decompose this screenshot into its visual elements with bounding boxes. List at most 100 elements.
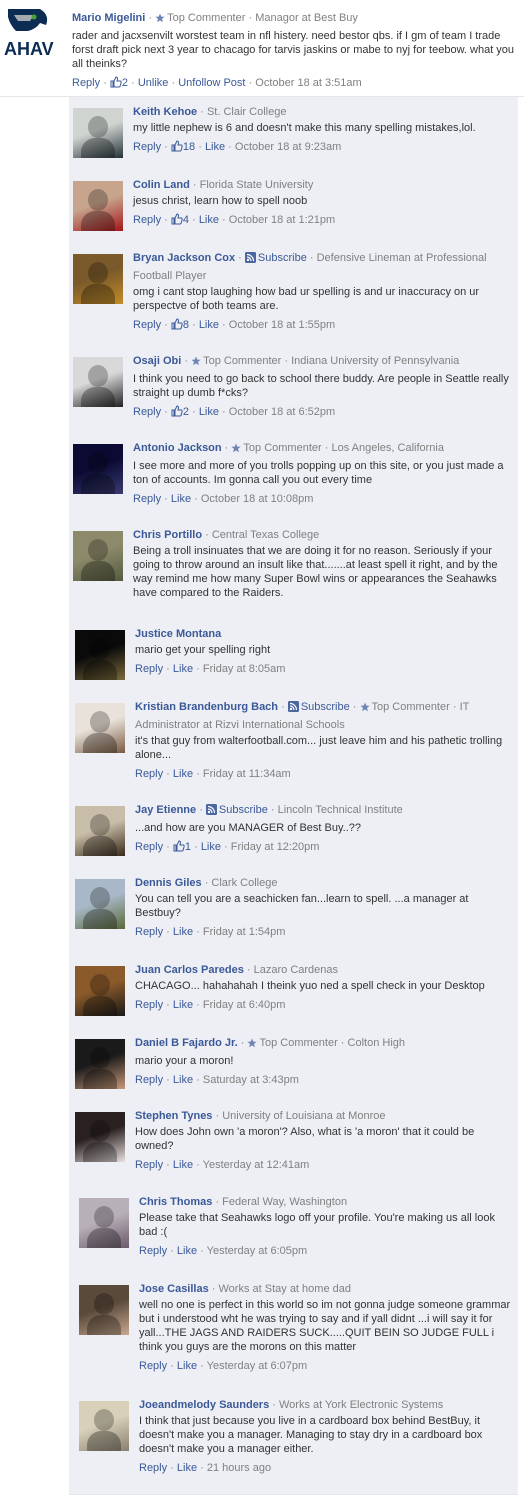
reply-link[interactable]: Reply — [133, 319, 161, 331]
reply-link[interactable]: Reply — [139, 1245, 167, 1257]
separator: · — [189, 406, 199, 418]
user-avatar[interactable] — [73, 181, 123, 231]
commenter-name[interactable]: Keith Kehoe — [133, 106, 197, 118]
like-link[interactable]: Like — [199, 406, 219, 418]
comment-content: Osaji Obi · Top Commenter · Indiana Univ… — [133, 353, 512, 422]
user-avatar[interactable] — [75, 966, 125, 1016]
like-count[interactable]: 2 — [171, 405, 189, 418]
commenter-name[interactable]: Mario Migelini — [72, 12, 145, 24]
commenter-meta: Works at York Electronic Systems — [279, 1399, 444, 1411]
like-link[interactable]: Like — [199, 319, 219, 331]
reply-link[interactable]: Reply — [135, 841, 163, 853]
like-link[interactable]: Like — [173, 768, 193, 780]
comment-header: Daniel B Fajardo Jr. · Top Commenter · C… — [135, 1035, 512, 1053]
like-count[interactable]: 2 — [110, 76, 128, 89]
like-link[interactable]: Like — [173, 926, 193, 938]
reply-comment: Dennis Giles · Clark College You can tell… — [69, 868, 518, 956]
comment-text: How does John own 'a moron'? Also, what … — [135, 1126, 475, 1152]
reply-link[interactable]: Reply — [135, 768, 163, 780]
user-avatar[interactable] — [75, 806, 125, 856]
separator: · — [161, 319, 171, 331]
reply-link[interactable]: Reply — [139, 1360, 167, 1372]
user-avatar[interactable] — [75, 879, 125, 929]
like-count[interactable]: 1 — [173, 840, 191, 853]
separator: · — [201, 877, 212, 889]
rss-icon — [244, 252, 256, 268]
like-count[interactable]: 8 — [171, 318, 189, 331]
comment-actions: Reply · 2 · Like · October 18 at 6:52pm — [133, 404, 512, 422]
like-link[interactable]: Like — [177, 1462, 197, 1474]
commenter-name[interactable]: Jay Etienne — [135, 804, 196, 816]
user-avatar[interactable] — [75, 703, 125, 753]
commenter-name[interactable]: Daniel B Fajardo Jr. — [135, 1037, 238, 1049]
user-avatar[interactable] — [73, 531, 123, 581]
subscribe-link[interactable]: Subscribe — [219, 804, 268, 816]
reply-link[interactable]: Reply — [135, 663, 163, 675]
separator: · — [189, 319, 199, 331]
comment-actions: Reply · Like · Friday at 1:54pm — [135, 924, 512, 940]
user-avatar[interactable] — [73, 444, 123, 494]
reply-link[interactable]: Reply — [135, 926, 163, 938]
reply-link[interactable]: Reply — [133, 406, 161, 418]
like-link[interactable]: Like — [173, 1074, 193, 1086]
subscribe-link[interactable]: Subscribe — [301, 701, 350, 713]
commenter-name[interactable]: Jose Casillas — [139, 1283, 209, 1295]
commenter-name[interactable]: Chris Thomas — [139, 1196, 212, 1208]
separator: · — [197, 106, 207, 118]
like-link[interactable]: Like — [177, 1245, 197, 1257]
like-link[interactable]: Like — [171, 493, 191, 505]
reply-link[interactable]: Reply — [135, 1074, 163, 1086]
comment-text: omg i cant stop laughing how bad ur spel… — [133, 286, 480, 312]
commenter-name[interactable]: Joeandmelody Saunders — [139, 1399, 269, 1411]
user-avatar[interactable] — [79, 1198, 129, 1248]
commenter-meta: Central Texas College — [211, 529, 320, 541]
unlike-link[interactable]: Unlike — [138, 77, 169, 89]
like-link[interactable]: Like — [201, 841, 221, 853]
thumbs-up-icon — [171, 318, 183, 335]
commenter-name[interactable]: Stephen Tynes — [135, 1110, 212, 1122]
commenter-meta: Clark College — [211, 877, 278, 889]
reply-link[interactable]: Reply — [135, 999, 163, 1011]
commenter-name[interactable]: Osaji Obi — [133, 355, 181, 367]
unfollow-post-link[interactable]: Unfollow Post — [178, 77, 245, 89]
like-count[interactable]: 4 — [171, 213, 189, 226]
commenter-name[interactable]: Kristian Brandenburg Bach — [135, 701, 278, 713]
like-link[interactable]: Like — [173, 663, 193, 675]
like-count[interactable]: 18 — [171, 140, 195, 153]
subscribe-link[interactable]: Subscribe — [258, 252, 307, 264]
user-avatar[interactable] — [73, 254, 123, 304]
reply-link[interactable]: Reply — [133, 214, 161, 226]
like-link[interactable]: Like — [205, 141, 225, 153]
user-avatar[interactable] — [73, 108, 123, 158]
like-link[interactable]: Like — [173, 1159, 193, 1171]
reply-link[interactable]: Reply — [139, 1462, 167, 1474]
commenter-name[interactable]: Justice Montana — [135, 628, 221, 640]
user-avatar[interactable] — [79, 1401, 129, 1451]
separator: · — [193, 999, 203, 1011]
reply-link[interactable]: Reply — [72, 77, 100, 89]
reply-comment: Chris Portillo · Central Texas College Be… — [69, 520, 518, 620]
like-link[interactable]: Like — [173, 999, 193, 1011]
reply-link[interactable]: Reply — [135, 1159, 163, 1171]
user-avatar[interactable] — [75, 1112, 125, 1162]
commenter-name[interactable]: Juan Carlos Paredes — [135, 964, 244, 976]
comment-content: Chris Thomas · Federal Way, Washington Pl… — [139, 1194, 512, 1259]
reply-link[interactable]: Reply — [133, 141, 161, 153]
user-avatar[interactable] — [73, 357, 123, 407]
user-avatar[interactable] — [79, 1285, 129, 1335]
separator: · — [195, 141, 205, 153]
separator: · — [337, 1037, 348, 1049]
commenter-name[interactable]: Antonio Jackson — [133, 442, 222, 454]
commenter-name[interactable]: Bryan Jackson Cox — [133, 252, 235, 264]
commenter-name[interactable]: Dennis Giles — [135, 877, 202, 889]
comment-text: mario get your spelling right — [135, 644, 271, 656]
reply-link[interactable]: Reply — [133, 493, 161, 505]
like-link[interactable]: Like — [199, 214, 219, 226]
commenter-name[interactable]: Chris Portillo — [133, 529, 202, 541]
separator: · — [208, 1283, 219, 1295]
like-link[interactable]: Like — [177, 1360, 197, 1372]
commenter-name[interactable]: Colin Land — [133, 179, 190, 191]
user-avatar[interactable] — [75, 1039, 125, 1089]
seahawks-logo-avatar[interactable]: AHAV — [0, 3, 64, 61]
user-avatar[interactable] — [75, 630, 125, 680]
